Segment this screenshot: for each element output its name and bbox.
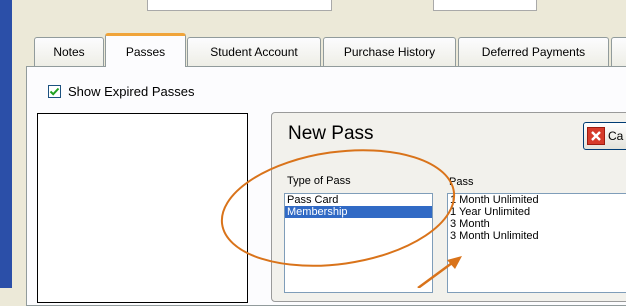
tab-purchase-history[interactable]: Purchase History [323, 37, 456, 66]
type-of-pass-label: Type of Pass [287, 175, 351, 187]
pass-list[interactable]: 1 Month Unlimited 1 Year Unlimited 3 Mon… [447, 193, 626, 293]
type-item-pass-card[interactable]: Pass Card [285, 194, 432, 206]
pass-label: Pass [449, 176, 474, 188]
show-expired-checkbox[interactable] [48, 84, 61, 98]
show-expired-label: Show Expired Passes [68, 83, 195, 99]
type-item-membership[interactable]: Membership [285, 206, 432, 218]
cancel-label: Ca [608, 129, 624, 143]
tab-passes[interactable]: Passes [105, 33, 186, 67]
cancel-button[interactable]: Ca [583, 122, 626, 150]
tab-overflow[interactable] [611, 37, 626, 66]
pass-item[interactable]: 3 Month Unlimited [448, 230, 626, 242]
passes-list[interactable] [37, 113, 248, 303]
check-icon [49, 87, 60, 96]
tab-label: Passes [125, 44, 166, 59]
new-pass-title: New Pass [288, 123, 374, 144]
top-field-right[interactable] [433, 0, 537, 11]
tab-label: Notes [53, 45, 85, 59]
tab-student-account[interactable]: Student Account [187, 37, 321, 66]
tab-label: Purchase History [343, 45, 436, 59]
pass-item[interactable]: 3 Month [448, 218, 626, 230]
tab-label: Deferred Payments [481, 45, 586, 59]
tab-deferred-payments[interactable]: Deferred Payments [458, 37, 609, 66]
pass-item[interactable]: 1 Year Unlimited [448, 206, 626, 218]
top-field-left[interactable] [147, 0, 332, 11]
close-icon [587, 127, 605, 145]
show-expired-row[interactable]: Show Expired Passes [48, 83, 194, 99]
type-of-pass-list[interactable]: Pass Card Membership [284, 193, 433, 293]
tab-label: Student Account [210, 45, 298, 59]
window-left-edge [0, 0, 12, 288]
tab-notes[interactable]: Notes [34, 37, 104, 66]
pass-item[interactable]: 1 Month Unlimited [448, 194, 626, 206]
